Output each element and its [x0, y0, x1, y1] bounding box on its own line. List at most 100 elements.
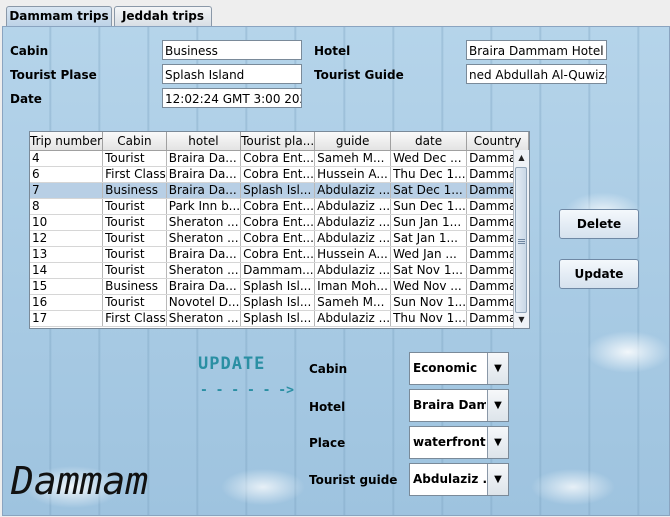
- table-row[interactable]: 12 Tourist Sheraton ... Cobra Ent... Abdulaz…: [30, 230, 529, 247]
- table-cell: Tourist: [102, 198, 167, 215]
- place-combo-value: waterfront: [413, 435, 486, 449]
- table-cell: Tourist: [102, 294, 167, 311]
- hotel-field[interactable]: Braira Dammam Hotel: [466, 40, 607, 60]
- tourist-guide-label: Tourist Guide: [314, 68, 404, 82]
- table-cell: Thu Nov 1...: [390, 310, 468, 327]
- delete-button[interactable]: Delete: [559, 209, 639, 239]
- table-cell: Hussein A...: [314, 246, 392, 263]
- table-cell: Business: [102, 182, 167, 199]
- place-combo[interactable]: waterfront ▼: [409, 426, 509, 459]
- table-cell: Sheraton ...: [166, 310, 242, 327]
- table-cell: Splash Isl...: [240, 182, 316, 199]
- update-button[interactable]: Update: [559, 259, 639, 289]
- table-cell: Splash Isl...: [240, 278, 316, 295]
- table-cell: Abdulaziz ...: [314, 230, 392, 247]
- scroll-down-icon[interactable]: ▼: [514, 312, 529, 328]
- table-cell: Sheraton ...: [166, 262, 242, 279]
- hotel-combo-value: Braira Dam...: [413, 398, 486, 412]
- table-cell: Tourist: [102, 246, 167, 263]
- table-cell: Sameh M...: [314, 150, 392, 167]
- table-scrollbar[interactable]: ▲ ▼: [513, 150, 529, 328]
- date-label: Date: [10, 92, 42, 106]
- table-cell: Sat Jan 1...: [390, 230, 468, 247]
- grip-line: [518, 243, 525, 244]
- update-heading: UPDATE: [198, 354, 266, 374]
- table-cell: Novotel D...: [166, 294, 242, 311]
- table-cell: Wed Nov ...: [390, 278, 468, 295]
- table-cell: 14: [30, 262, 104, 279]
- tab-jeddah-trips[interactable]: Jeddah trips: [114, 6, 212, 26]
- table-row[interactable]: 4 Tourist Braira Da... Cobra Ent... Sameh M.…: [30, 150, 529, 167]
- table-cell: First Class: [102, 166, 167, 183]
- table-cell: Wed Jan ...: [390, 246, 468, 263]
- tab-content-panel: Cabin Business Tourist Plase Splash Isla…: [2, 26, 670, 516]
- column-header[interactable]: Cabin: [102, 132, 167, 151]
- table-cell: 4: [30, 150, 104, 167]
- grip-line: [518, 239, 525, 240]
- column-header[interactable]: date: [390, 132, 468, 151]
- table-row[interactable]: 17 First Class Sheraton ... Splash Isl... Ab…: [30, 310, 529, 327]
- table-cell: Wed Dec ...: [390, 150, 468, 167]
- table-header-row: Trip number Cabin hotel Tourist pla... g…: [30, 132, 529, 151]
- cabin-combo[interactable]: Economic ▼: [409, 352, 509, 385]
- table-cell: 13: [30, 246, 104, 263]
- grip-line: [518, 241, 525, 242]
- scroll-up-icon[interactable]: ▲: [514, 150, 529, 166]
- table-cell: Cobra Ent...: [240, 246, 316, 263]
- table-cell: Tourist: [102, 262, 167, 279]
- column-header[interactable]: hotel: [166, 132, 242, 151]
- table-cell: First Class: [102, 310, 167, 327]
- tourist-guide-field[interactable]: ned Abdullah Al-Quwizani: [466, 64, 607, 84]
- column-header[interactable]: Trip number: [30, 132, 104, 151]
- tourist-place-field[interactable]: Splash Island: [162, 64, 302, 84]
- table-cell: Abdulaziz ...: [314, 310, 392, 327]
- chevron-down-icon[interactable]: ▼: [487, 353, 508, 384]
- table-cell: Dammam...: [240, 262, 316, 279]
- table-cell: Business: [102, 278, 167, 295]
- table-row[interactable]: 13 Tourist Braira Da... Cobra Ent... Hussein…: [30, 246, 529, 263]
- table-cell: Splash Isl...: [240, 310, 316, 327]
- date-field[interactable]: 12:02:24 GMT 3:00 2020: [162, 88, 302, 108]
- guide-combo[interactable]: Abdulaziz ... ▼: [409, 463, 509, 496]
- table-cell: Tourist: [102, 150, 167, 167]
- scrollbar-thumb[interactable]: [515, 167, 527, 313]
- table-cell: Cobra Ent...: [240, 214, 316, 231]
- tab-dammam-trips[interactable]: Dammam trips: [6, 6, 112, 27]
- table-row[interactable]: 10 Tourist Sheraton ... Cobra Ent... Abdulaz…: [30, 214, 529, 231]
- table-cell: Splash Isl...: [240, 294, 316, 311]
- table-cell: Cobra Ent...: [240, 198, 316, 215]
- table-row[interactable]: 6 First Class Braira Da... Cobra Ent... Huss…: [30, 166, 529, 183]
- trips-table-grid: Trip number Cabin hotel Tourist pla... g…: [30, 132, 529, 327]
- cabin-combo-value: Economic: [413, 361, 478, 375]
- chevron-down-icon[interactable]: ▼: [487, 427, 508, 458]
- update-cabin-label: Cabin: [309, 362, 348, 376]
- table-cell: Abdulaziz ...: [314, 182, 392, 199]
- chevron-down-icon[interactable]: ▼: [487, 390, 508, 421]
- table-row-selected[interactable]: 7 Business Braira Da... Splash Isl... Abdula…: [30, 182, 529, 199]
- table-row[interactable]: 15 Business Braira Da... Splash Isl... Iman …: [30, 278, 529, 295]
- column-header[interactable]: Tourist pla...: [240, 132, 316, 151]
- trips-table: Trip number Cabin hotel Tourist pla... g…: [29, 131, 530, 329]
- table-row[interactable]: 8 Tourist Park Inn b... Cobra Ent... Abdulaz…: [30, 198, 529, 215]
- table-cell: Cobra Ent...: [240, 150, 316, 167]
- column-header[interactable]: guide: [314, 132, 392, 151]
- city-title: Dammam: [11, 459, 149, 503]
- chevron-down-icon[interactable]: ▼: [487, 464, 508, 495]
- table-cell: Tourist: [102, 230, 167, 247]
- table-row[interactable]: 16 Tourist Novotel D... Splash Isl... Sameh …: [30, 294, 529, 311]
- table-cell: Sameh M...: [314, 294, 392, 311]
- table-cell: Sun Dec 1...: [390, 198, 468, 215]
- table-cell: 15: [30, 278, 104, 295]
- table-cell: Hussein A...: [314, 166, 392, 183]
- cabin-field[interactable]: Business: [162, 40, 302, 60]
- table-row[interactable]: 14 Tourist Sheraton ... Dammam... Abdulaziz …: [30, 262, 529, 279]
- column-header[interactable]: Country: [466, 132, 529, 151]
- update-place-label: Place: [309, 436, 346, 450]
- table-cell: Braira Da...: [166, 246, 242, 263]
- table-cell: 16: [30, 294, 104, 311]
- table-cell: Thu Dec 1...: [390, 166, 468, 183]
- table-cell: Sat Nov 1...: [390, 262, 468, 279]
- table-cell: 7: [30, 182, 104, 199]
- hotel-combo[interactable]: Braira Dam... ▼: [409, 389, 509, 422]
- update-hotel-label: Hotel: [309, 400, 346, 414]
